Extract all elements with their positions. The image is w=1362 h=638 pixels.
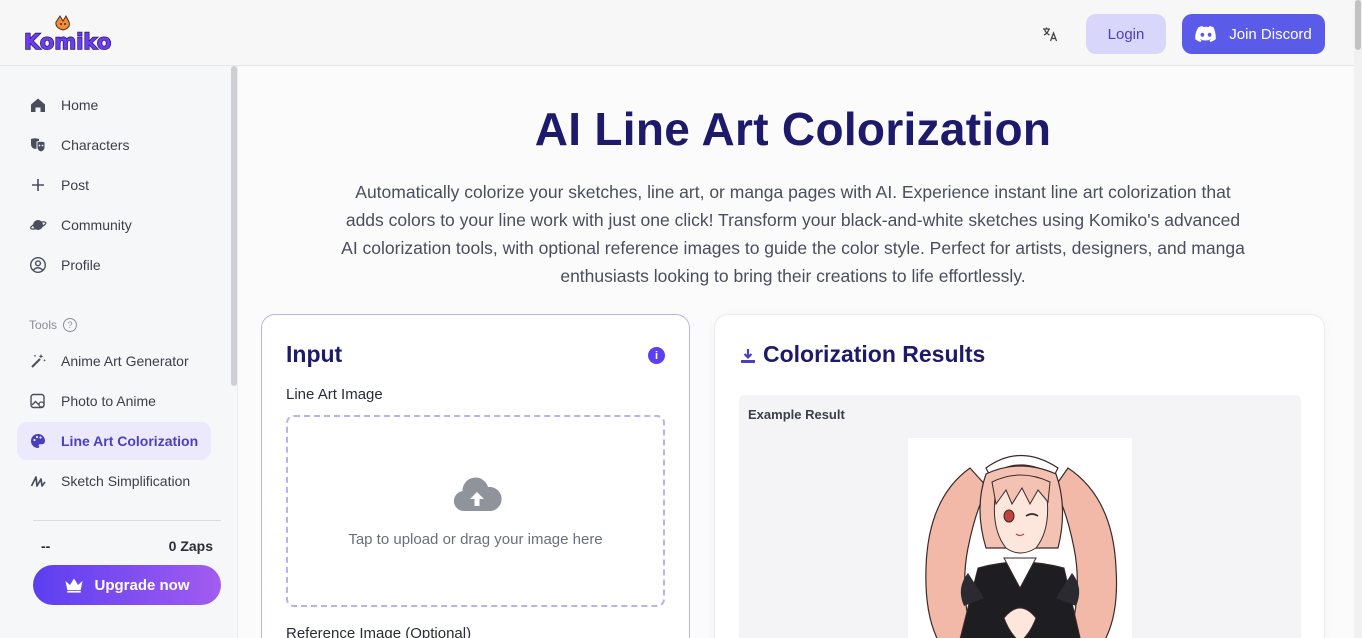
sidebar-item-home[interactable]: Home — [17, 86, 211, 124]
download-icon — [741, 349, 755, 363]
plus-icon — [32, 179, 44, 191]
example-result-panel: Example Result — [739, 395, 1301, 638]
reference-image-label: Reference Image (Optional) — [286, 625, 472, 638]
zaps-balance: 0 Zaps — [168, 538, 213, 554]
magic-wand-icon — [31, 354, 46, 368]
sidebar-item-label: Line Art Colorization — [61, 433, 199, 449]
upgrade-label: Upgrade now — [94, 576, 190, 594]
page-title: AI Line Art Colorization — [534, 103, 1052, 155]
top-header: Komiko Login Join Discord — [0, 0, 1354, 66]
svg-text:Komiko: Komiko — [24, 30, 111, 54]
input-card: Input i Line Art Image Tap to upload or … — [261, 314, 690, 638]
sidebar-item-anime-art-generator[interactable]: Anime Art Generator — [17, 342, 211, 380]
sidebar-item-label: Community — [61, 217, 132, 233]
discord-icon — [1195, 26, 1217, 42]
join-discord-label: Join Discord — [1229, 25, 1312, 43]
sidebar-item-community[interactable]: Community — [17, 206, 211, 244]
example-result-label: Example Result — [748, 407, 845, 422]
sidebar-item-line-art-colorization[interactable]: Line Art Colorization — [17, 422, 211, 460]
upload-instructions: Tap to upload or drag your image here — [348, 531, 603, 548]
cloud-upload-icon — [453, 477, 502, 512]
komiko-logo[interactable]: Komiko — [22, 14, 112, 55]
user-circle-icon — [29, 256, 47, 274]
sidebar-item-photo-to-anime[interactable]: Photo to Anime — [17, 382, 211, 420]
login-button[interactable]: Login — [1086, 14, 1166, 54]
sidebar-item-label: Sketch Simplification — [61, 473, 191, 489]
crown-icon — [65, 578, 83, 593]
palette-icon — [31, 434, 45, 448]
upgrade-now-button[interactable]: Upgrade now — [33, 565, 221, 605]
example-result-image — [908, 438, 1132, 638]
scribble-icon — [30, 476, 46, 487]
sidebar-divider — [33, 520, 221, 521]
results-card-title: Colorization Results — [763, 341, 986, 367]
zaps-placeholder: -- — [41, 538, 51, 554]
sidebar-item-profile[interactable]: Profile — [17, 246, 211, 284]
input-card-title: Input — [286, 341, 343, 367]
sidebar-item-characters[interactable]: Characters — [17, 126, 211, 164]
photo-icon — [30, 393, 45, 409]
translate-icon[interactable] — [1038, 22, 1062, 46]
sidebar-item-label: Home — [61, 97, 99, 113]
sidebar-scrollbar[interactable] — [231, 66, 237, 386]
mask-icon — [31, 138, 46, 153]
results-card: Colorization Results Example Result — [714, 314, 1325, 638]
line-art-upload-dropzone[interactable]: Tap to upload or drag your image here — [286, 415, 665, 607]
sidebar-item-sketch-simplification[interactable]: Sketch Simplification — [17, 462, 211, 500]
info-icon[interactable]: i — [648, 347, 665, 364]
page-description: Automatically colorize your sketches, li… — [341, 182, 1245, 286]
tools-label-text: Tools — [29, 318, 58, 332]
home-icon — [31, 98, 45, 112]
sidebar-item-label: Photo to Anime — [61, 393, 156, 409]
help-icon[interactable]: ? — [63, 318, 78, 332]
sidebar-item-label: Post — [61, 177, 90, 193]
sidebar-item-label: Characters — [61, 137, 130, 153]
page-scrollbar[interactable] — [1354, 0, 1362, 638]
sidebar-item-post[interactable]: Post — [17, 166, 211, 204]
tools-section-label: Tools ? — [29, 318, 78, 332]
sidebar-item-label: Profile — [61, 257, 101, 273]
main-content: AI Line Art Colorization Automatically c… — [238, 66, 1354, 638]
planet-icon — [29, 220, 47, 230]
sidebar: Home Characters Post Community Profile T… — [0, 66, 238, 638]
line-art-image-label: Line Art Image — [286, 386, 383, 403]
sidebar-item-label: Anime Art Generator — [61, 353, 189, 369]
join-discord-button[interactable]: Join Discord — [1182, 14, 1325, 54]
